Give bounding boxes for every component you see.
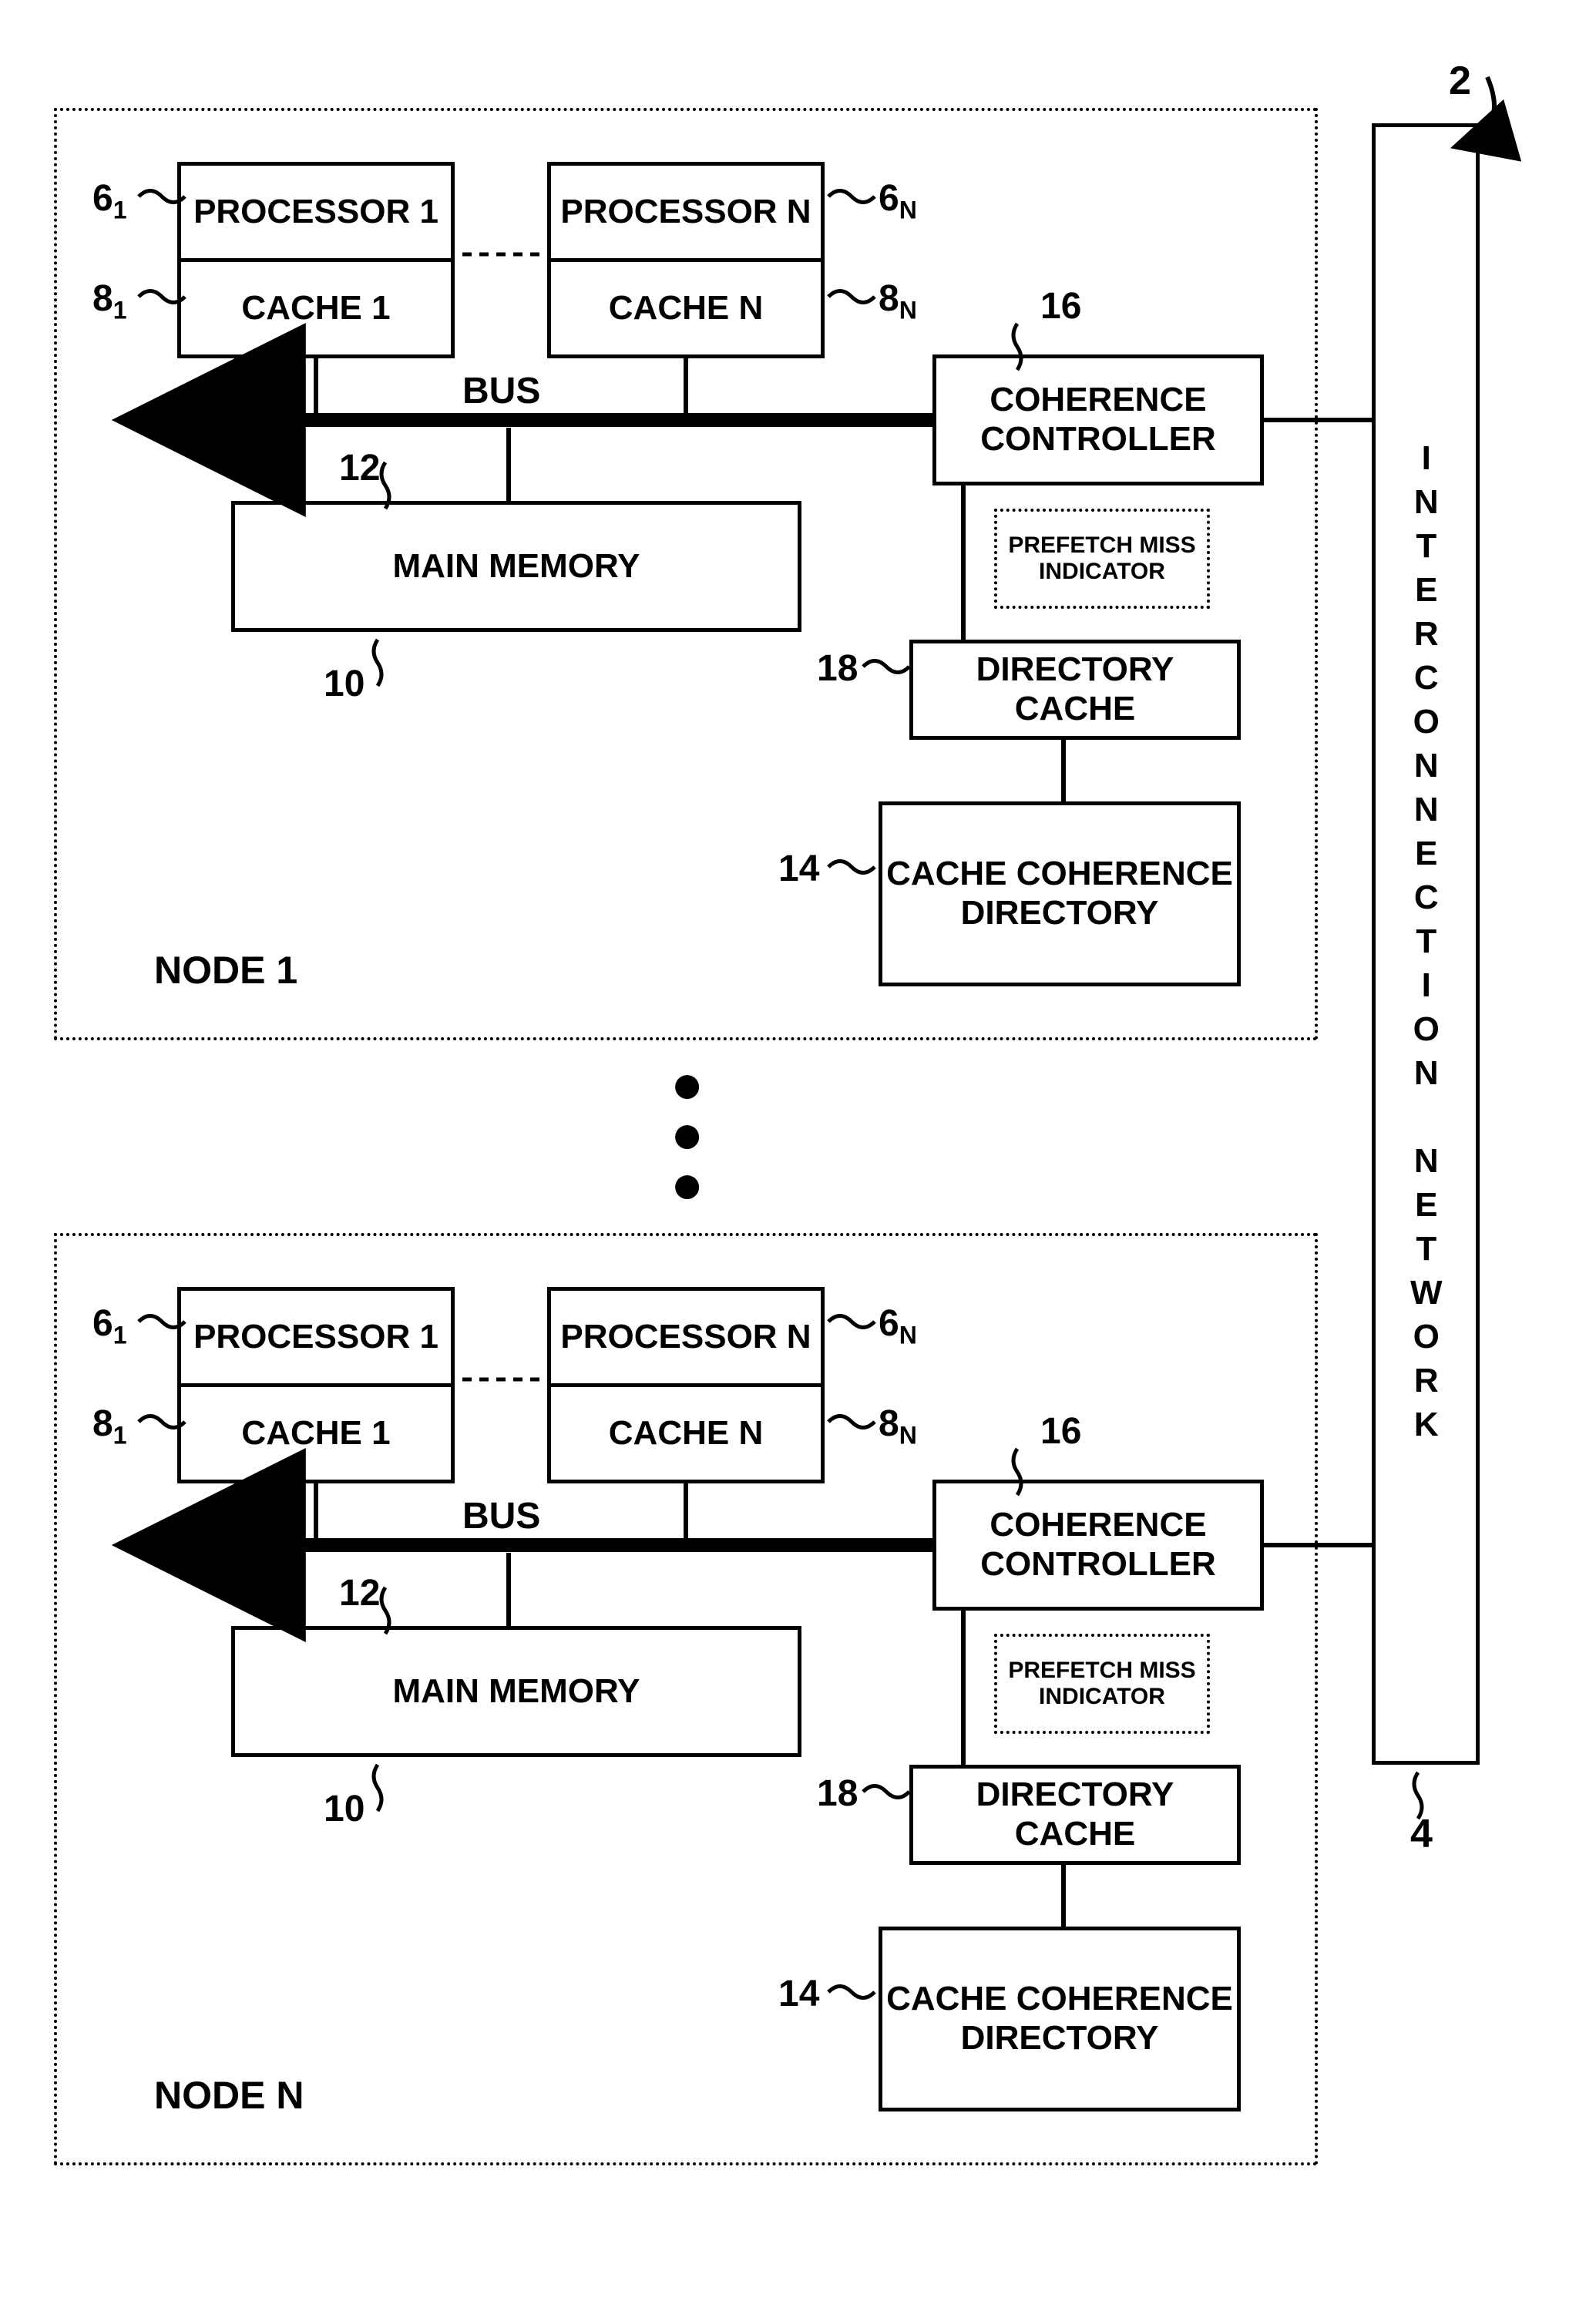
node1-bus-label: BUS (462, 370, 540, 412)
node1-cache-coherence-directory: CACHE COHERENCE DIRECTORY (879, 801, 1241, 986)
diagram-page: 2 INTERCONNECTION NETWORK 4 NODE 1 PROCE… (0, 0, 1596, 2308)
node1-ccd-ref: 14 (778, 848, 819, 890)
node-1-title: NODE 1 (154, 948, 297, 993)
noden-cache-1: CACHE 1 (177, 1383, 455, 1483)
noden-cc-ref: 16 (1040, 1410, 1081, 1453)
node1-cache-n: CACHE N (547, 258, 825, 358)
system-ref: 2 (1449, 58, 1471, 104)
noden-prefetch-miss-indicator: PREFETCH MISS INDICATOR (994, 1634, 1210, 1734)
noden-cache-n: CACHE N (547, 1383, 825, 1483)
node-n-title: NODE N (154, 2073, 304, 2118)
noden-processor-1: PROCESSOR 1 (177, 1287, 455, 1387)
noden-procN-ref: 6N (879, 1302, 917, 1350)
noden-mm-ref: 10 (324, 1788, 365, 1830)
node1-cache-1: CACHE 1 (177, 258, 455, 358)
noden-coherence-controller: COHERENCE CONTROLLER (932, 1480, 1264, 1611)
noden-cache-coherence-directory: CACHE COHERENCE DIRECTORY (879, 1927, 1241, 2111)
node1-cache1-ref: 81 (92, 277, 127, 325)
node1-cacheN-ref: 8N (879, 277, 917, 325)
node1-prefetch-miss-indicator: PREFETCH MISS INDICATOR (994, 509, 1210, 609)
node1-bus-ref: 12 (339, 447, 380, 489)
node1-mm-ref: 10 (324, 663, 365, 705)
interconnection-network: INTERCONNECTION NETWORK (1372, 123, 1480, 1765)
noden-main-memory: MAIN MEMORY (231, 1626, 801, 1757)
noden-cache1-ref: 81 (92, 1403, 127, 1450)
interconnection-network-label: INTERCONNECTION NETWORK (1406, 439, 1446, 1450)
node1-processor-n: PROCESSOR N (547, 162, 825, 262)
noden-ccd-ref: 14 (778, 1973, 819, 2015)
node1-cc-ref: 16 (1040, 285, 1081, 328)
noden-bus-label: BUS (462, 1495, 540, 1537)
noden-cacheN-ref: 8N (879, 1403, 917, 1450)
node1-procN-ref: 6N (879, 177, 917, 225)
node1-dc-ref: 18 (817, 647, 858, 690)
noden-processor-n: PROCESSOR N (547, 1287, 825, 1387)
node1-proc1-ref: 61 (92, 177, 127, 225)
node1-processor-1: PROCESSOR 1 (177, 162, 455, 262)
node1-directory-cache: DIRECTORY CACHE (909, 640, 1241, 740)
node1-main-memory: MAIN MEMORY (231, 501, 801, 632)
noden-dc-ref: 18 (817, 1772, 858, 1815)
noden-bus-ref: 12 (339, 1572, 380, 1614)
noden-proc1-ref: 61 (92, 1302, 127, 1350)
noden-directory-cache: DIRECTORY CACHE (909, 1765, 1241, 1865)
node1-coherence-controller: COHERENCE CONTROLLER (932, 354, 1264, 485)
ellipsis-between-nodes: ●●● (670, 1060, 704, 1209)
interconnect-ref: 4 (1410, 1811, 1433, 1857)
